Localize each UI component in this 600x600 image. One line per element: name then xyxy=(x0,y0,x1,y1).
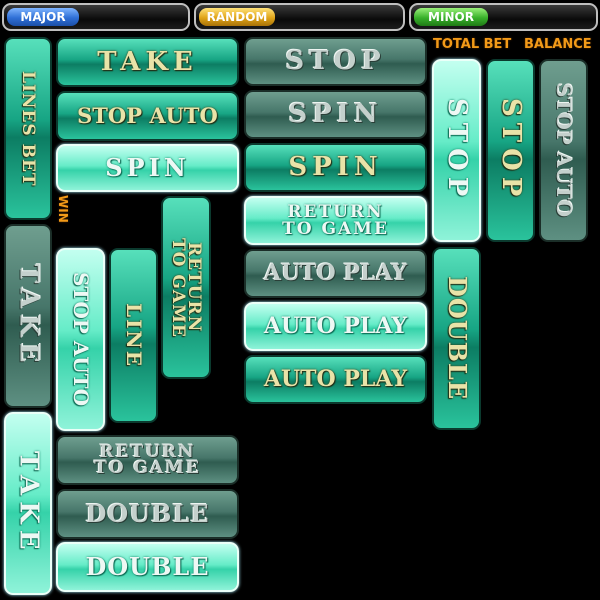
random-jackpot-bar: RANDOM xyxy=(194,3,405,31)
stop-auto-label: STOP AUTO xyxy=(77,103,218,129)
take-label: TAKE xyxy=(97,46,198,77)
return-to-game-button-light[interactable]: RETURN TO GAME xyxy=(244,196,427,245)
double-button-dark[interactable]: DOUBLE xyxy=(56,489,239,539)
button-sprite-sheet: MAJOR RANDOM MINOR TOTAL BET BALANCE WIN… xyxy=(0,0,600,600)
win-label: WIN xyxy=(56,195,70,223)
line-button[interactable]: LINE xyxy=(109,248,158,423)
stop-auto-button-med[interactable]: STOP AUTO xyxy=(56,91,239,141)
double-button-med-vertical[interactable]: DOUBLE xyxy=(432,247,481,430)
auto-play-button-med[interactable]: AUTO PLAY xyxy=(244,355,427,404)
stop-auto-button-dark-vertical[interactable]: STOP AUTO xyxy=(539,59,588,242)
stop-auto-button-light-vertical[interactable]: STOP AUTO xyxy=(56,248,105,431)
stop-label: STOP xyxy=(285,46,386,77)
stop-button-med-vertical[interactable]: STOP xyxy=(486,59,535,242)
lines-bet-label: LINES BET xyxy=(18,70,39,187)
take-button-light[interactable]: TAKE xyxy=(4,412,52,595)
random-badge: RANDOM xyxy=(199,8,275,26)
double-label: DOUBLE xyxy=(442,276,472,401)
stop-auto-label: STOP AUTO xyxy=(552,83,576,218)
spin-button-light[interactable]: SPIN xyxy=(56,144,239,192)
line-label: LINE xyxy=(122,303,146,368)
to-game-label: TO GAME xyxy=(282,218,389,239)
major-jackpot-bar: MAJOR xyxy=(2,3,190,31)
double-label: DOUBLE xyxy=(85,498,210,528)
spin-button-med[interactable]: SPIN xyxy=(244,143,427,192)
take-label: TAKE xyxy=(13,451,44,556)
spin-label: SPIN xyxy=(288,152,383,183)
stop-auto-label: STOP AUTO xyxy=(69,272,93,407)
take-button-dark[interactable]: TAKE xyxy=(4,224,52,408)
total-bet-label: TOTAL BET xyxy=(433,37,512,52)
spin-button-dark[interactable]: SPIN xyxy=(244,90,427,139)
take-button-med[interactable]: TAKE xyxy=(56,37,239,87)
stop-button-light-vertical[interactable]: STOP xyxy=(432,59,481,242)
minor-jackpot-bar: MINOR xyxy=(409,3,598,31)
auto-play-label: AUTO PLAY xyxy=(263,366,408,393)
to-game-label: TO GAME xyxy=(94,458,201,478)
minor-badge: MINOR xyxy=(414,8,488,26)
return-to-game-button-dark[interactable]: RETURN TO GAME xyxy=(56,435,239,485)
return-label: RETURN xyxy=(184,242,205,333)
spin-label: SPIN xyxy=(288,99,383,130)
stop-button-dark[interactable]: STOP xyxy=(244,37,427,86)
double-label: DOUBLE xyxy=(85,551,210,581)
major-badge: MAJOR xyxy=(7,8,79,26)
auto-play-button-dark[interactable]: AUTO PLAY xyxy=(244,249,427,298)
balance-label: BALANCE xyxy=(524,37,592,52)
double-button-light[interactable]: DOUBLE xyxy=(56,542,239,592)
stop-label: STOP xyxy=(441,98,472,203)
take-label: TAKE xyxy=(13,263,44,369)
stop-label: STOP xyxy=(495,98,526,203)
spin-label: SPIN xyxy=(105,152,190,182)
auto-play-label: AUTO PLAY xyxy=(263,260,408,287)
lines-bet-button[interactable]: LINES BET xyxy=(4,37,52,220)
return-to-game-button-vertical[interactable]: RETURN TO GAME xyxy=(161,196,211,379)
auto-play-button-light[interactable]: AUTO PLAY xyxy=(244,302,427,351)
auto-play-label: AUTO PLAY xyxy=(263,313,408,340)
